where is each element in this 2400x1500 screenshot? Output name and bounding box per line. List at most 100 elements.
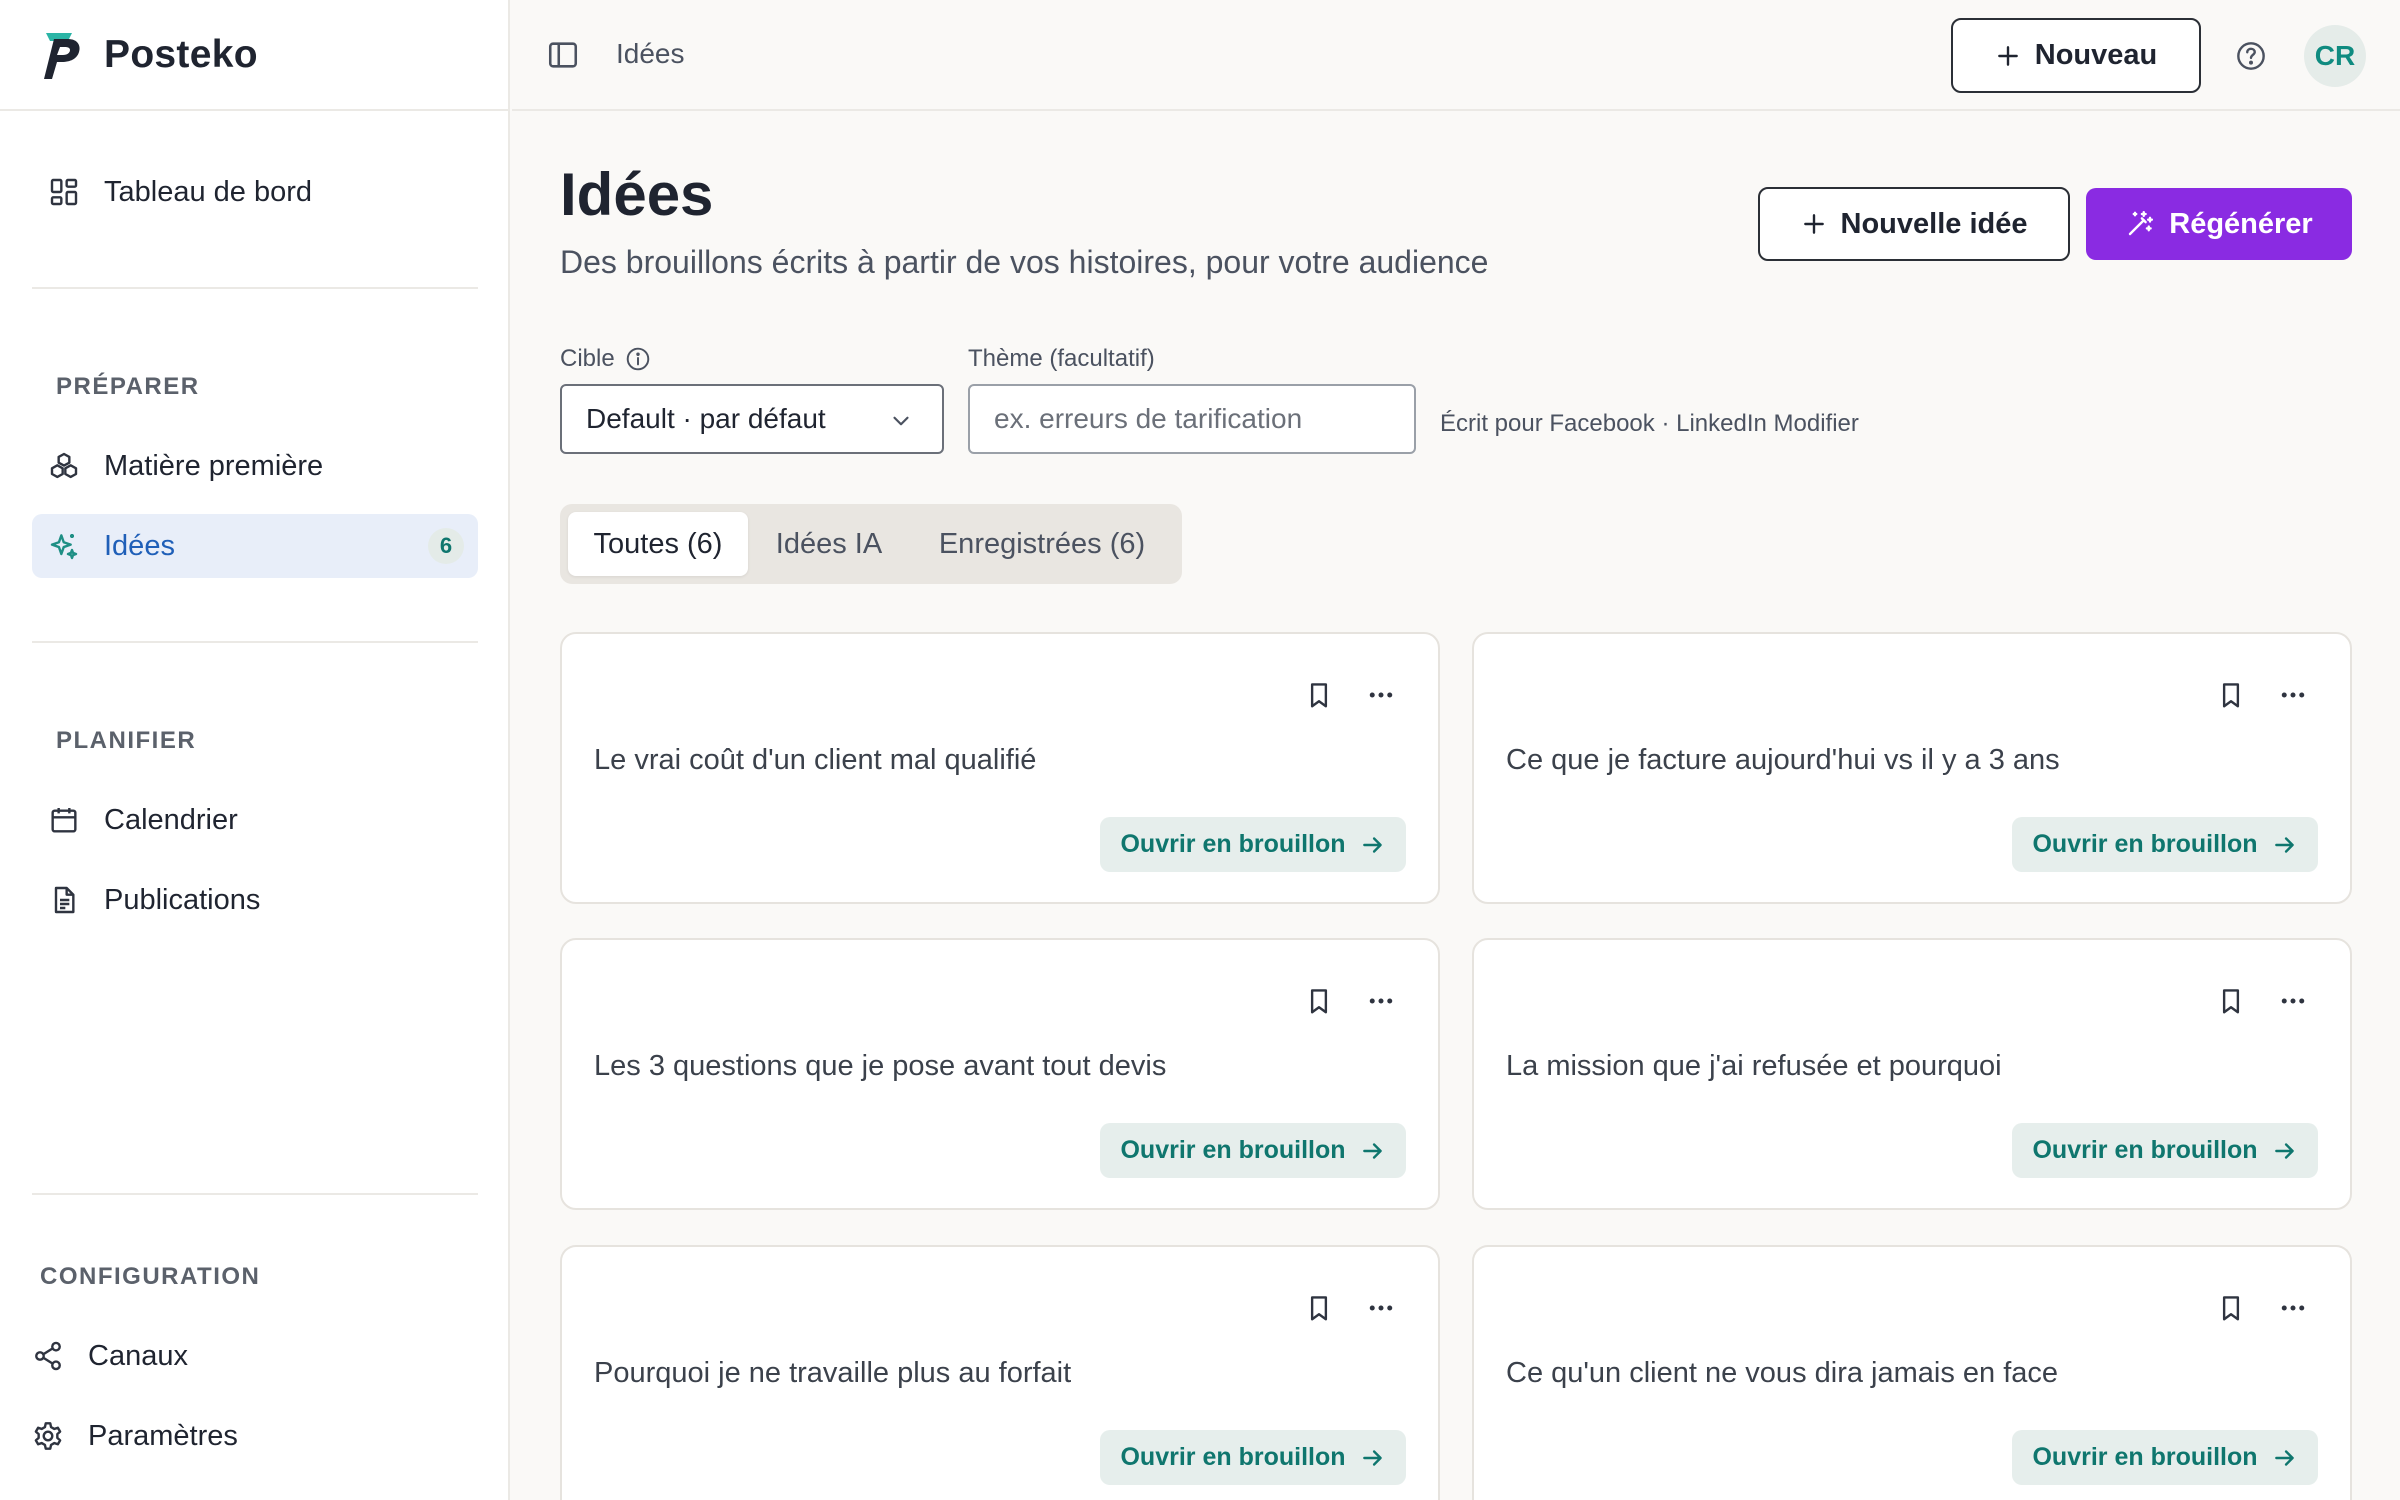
sidebar-item-calendar[interactable]: Calendrier [32, 788, 478, 852]
sidebar-divider [32, 1193, 478, 1195]
target-select-value: Default · par défaut [586, 403, 826, 434]
tab-ai-ideas[interactable]: Idées IA [754, 512, 904, 576]
info-icon[interactable] [625, 346, 651, 372]
theme-input[interactable] [968, 384, 1416, 454]
target-label-text: Cible [560, 345, 615, 372]
open-draft-button[interactable]: Ouvrir en brouillon [2012, 1430, 2318, 1485]
open-draft-label: Ouvrir en brouillon [2032, 830, 2258, 858]
bookmark-icon[interactable] [1304, 680, 1334, 710]
arrow-right-icon [1362, 1142, 1382, 1159]
breadcrumb: Idées [616, 38, 685, 69]
idea-card: Le vrai coût d'un client mal qualifié Ou… [560, 632, 1440, 904]
sidebar-item-label: Paramètres [88, 1419, 238, 1452]
theme-label: Thème (facultatif) [968, 345, 1155, 373]
sidebar-item-ideas[interactable]: Idées 6 [32, 514, 478, 578]
open-draft-button[interactable]: Ouvrir en brouillon [2012, 817, 2318, 872]
sidebar-divider [32, 641, 478, 643]
bookmark-icon[interactable] [2216, 1293, 2246, 1323]
sidebar-item-label: Tableau de bord [104, 175, 312, 208]
idea-card-title: La mission que j'ai refusée et pourquoi [1506, 1050, 2002, 1082]
idea-card-title: Les 3 questions que je pose avant tout d… [594, 1050, 1167, 1082]
arrow-right-icon [2274, 1449, 2294, 1466]
sidebar-item-label: Idées [104, 529, 175, 562]
open-draft-button[interactable]: Ouvrir en brouillon [2012, 1123, 2318, 1178]
idea-card-title: Pourquoi je ne travaille plus au forfait [594, 1357, 1072, 1389]
idea-card: Pourquoi je ne travaille plus au forfait… [560, 1245, 1440, 1500]
idea-tabs: Toutes (6) Idées IA Enregistrées (6) [560, 504, 1182, 584]
document-icon [54, 886, 75, 914]
dashboard-grid-icon [50, 178, 78, 206]
theme-label-text: Thème (facultatif) [968, 345, 1155, 372]
plus-icon [1803, 214, 1824, 234]
tab-saved[interactable]: Enregistrées (6) [910, 512, 1174, 576]
open-draft-button[interactable]: Ouvrir en brouillon [1100, 1123, 1406, 1178]
bookmark-icon[interactable] [2216, 986, 2246, 1016]
calendar-icon [51, 808, 77, 833]
sidebar-item-label: Matière première [104, 449, 324, 482]
section-label-config: CONFIGURATION [40, 1263, 261, 1290]
plus-icon [1997, 45, 2018, 66]
brand[interactable]: Posteko [0, 0, 508, 111]
sidebar: Posteko Tableau de bord PRÉPARER Matière… [0, 0, 510, 1500]
bookmark-icon[interactable] [2216, 680, 2246, 710]
idea-card-title: Ce que je facture aujourd'hui vs il y a … [1506, 744, 2060, 776]
chevron-down-icon [893, 416, 909, 426]
more-options-icon[interactable] [1366, 1293, 1396, 1323]
new-button[interactable]: Nouveau [1951, 18, 2201, 93]
sidebar-item-label: Canaux [88, 1339, 188, 1372]
written-for-text: Écrit pour Facebook · LinkedIn [1440, 410, 1767, 437]
arrow-right-icon [1362, 1449, 1382, 1466]
avatar[interactable]: CR [2304, 25, 2366, 87]
share-nodes-icon [35, 1341, 61, 1371]
topbar: Idées Nouveau CR [512, 0, 2400, 111]
section-label-plan: PLANIFIER [56, 727, 197, 754]
sparkles-icon [50, 534, 78, 560]
sidebar-item-dashboard[interactable]: Tableau de bord [32, 160, 478, 224]
open-draft-label: Ouvrir en brouillon [2032, 1136, 2258, 1164]
section-label-prepare: PRÉPARER [56, 373, 200, 400]
arrow-right-icon [1362, 836, 1382, 853]
idea-card: Ce que je facture aujourd'hui vs il y a … [1472, 632, 2352, 904]
gear-icon [34, 1422, 62, 1450]
boxes-icon [50, 452, 78, 479]
bookmark-icon[interactable] [1304, 1293, 1334, 1323]
magic-wand-icon [2129, 210, 2154, 236]
open-draft-button[interactable]: Ouvrir en brouillon [1100, 817, 1406, 872]
more-options-icon[interactable] [2278, 1293, 2308, 1323]
open-draft-label: Ouvrir en brouillon [1120, 830, 1346, 858]
idea-card-title: Ce qu'un client ne vous dira jamais en f… [1506, 1357, 2059, 1389]
new-button-label: Nouveau [2034, 39, 2158, 71]
more-options-icon[interactable] [2278, 680, 2308, 710]
new-idea-label: Nouvelle idée [1840, 207, 2028, 240]
idea-card-title: Le vrai coût d'un client mal qualifié [594, 744, 1037, 776]
sidebar-divider [32, 287, 478, 289]
bookmark-icon[interactable] [1304, 986, 1334, 1016]
sidebar-item-raw-material[interactable]: Matière première [32, 434, 478, 498]
tab-all[interactable]: Toutes (6) [568, 512, 748, 576]
idea-card: Ce qu'un client ne vous dira jamais en f… [1472, 1245, 2352, 1500]
help-circle-icon[interactable] [2235, 40, 2267, 72]
idea-card: La mission que j'ai refusée et pourquoi … [1472, 938, 2352, 1210]
open-draft-button[interactable]: Ouvrir en brouillon [1100, 1430, 1406, 1485]
modify-link[interactable]: Modifier [1774, 410, 1859, 437]
sidebar-item-label: Calendrier [104, 803, 238, 836]
more-options-icon[interactable] [1366, 680, 1396, 710]
page-subtitle: Des brouillons écrits à partir de vos hi… [560, 244, 1489, 280]
posteko-logo-icon [44, 32, 80, 79]
target-label: Cible [560, 345, 651, 373]
more-options-icon[interactable] [2278, 986, 2308, 1016]
sidebar-item-channels[interactable]: Canaux [16, 1324, 462, 1388]
sidebar-toggle-icon[interactable] [546, 38, 580, 72]
idea-card: Les 3 questions que je pose avant tout d… [560, 938, 1440, 1210]
new-idea-button[interactable]: Nouvelle idée [1758, 187, 2070, 261]
ideas-count-badge: 6 [428, 528, 464, 564]
sidebar-item-label: Publications [104, 883, 261, 916]
regenerate-button[interactable]: Régénérer [2086, 188, 2352, 260]
sidebar-item-settings[interactable]: Paramètres [16, 1404, 462, 1468]
arrow-right-icon [2274, 836, 2294, 853]
more-options-icon[interactable] [1366, 986, 1396, 1016]
sidebar-item-publications[interactable]: Publications [32, 868, 478, 932]
open-draft-label: Ouvrir en brouillon [1120, 1136, 1346, 1164]
app-name: Posteko [104, 32, 258, 76]
target-select[interactable]: Default · par défaut [560, 384, 944, 454]
